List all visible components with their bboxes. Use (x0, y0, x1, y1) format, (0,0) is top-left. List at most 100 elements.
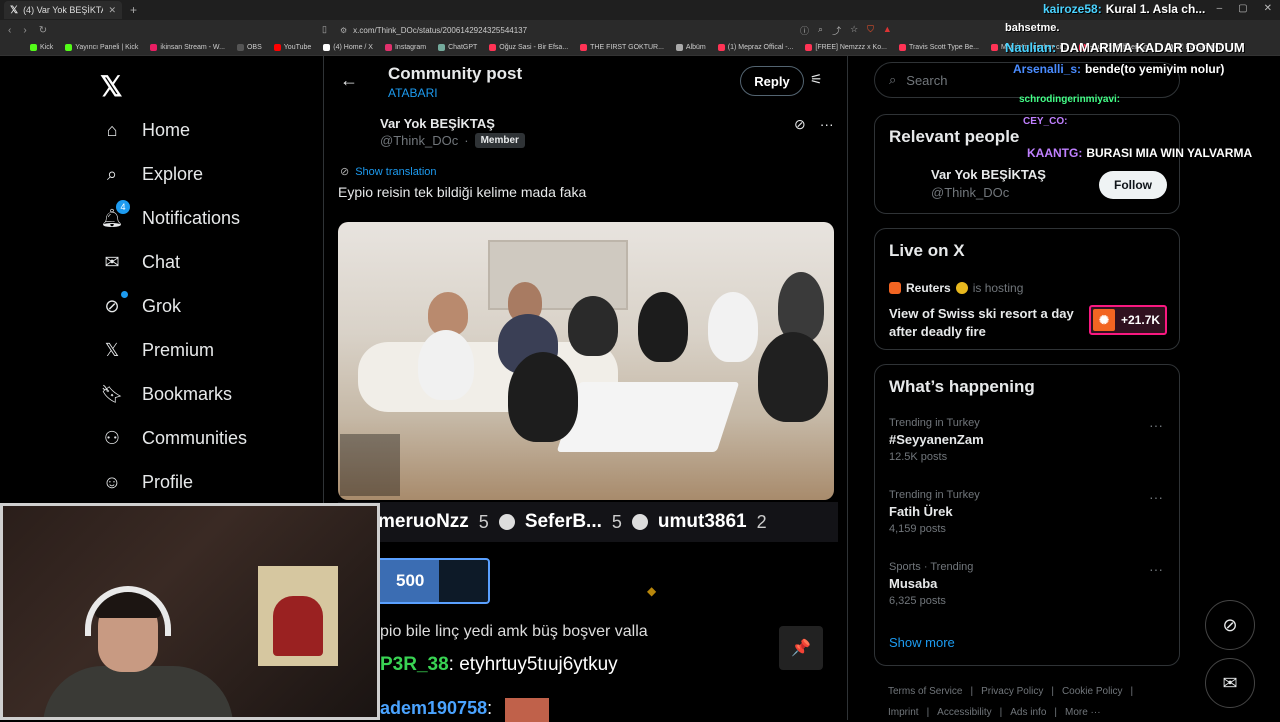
reuters-avatar-icon: ✺ (1093, 309, 1115, 331)
rewards-icon[interactable]: ▲ (883, 24, 892, 37)
pin-button[interactable]: 📌 (779, 626, 823, 670)
forward-nav-icon[interactable]: › (23, 25, 26, 36)
sidebar-item-bookmarks[interactable]: 🔖︎ Bookmarks (100, 382, 232, 406)
show-translation-link[interactable]: ⊘ Show translation (340, 165, 437, 179)
emote-image (504, 698, 549, 722)
bookmark-item[interactable]: ChatGPT (438, 44, 477, 51)
more-options-icon[interactable]: ··· (1149, 489, 1163, 505)
url-text: x.com/Think_DOc/status/20061429243255441… (353, 25, 528, 35)
trend-item[interactable]: Trending in Turkey #SeyyanenZam 12.5K post… (889, 417, 1169, 463)
trend-context: Sports · Trending (889, 561, 974, 573)
grok-icon[interactable]: ⊘ (794, 116, 806, 133)
sidebar-item-label: Profile (142, 471, 194, 492)
relevant-handle[interactable]: @Think_DOc (931, 185, 1009, 200)
x-logo-icon[interactable]: 𝕏 (100, 70, 123, 103)
sidebar-item-label: Notifications (142, 207, 241, 228)
bookmark-item[interactable]: THE FIRST GOKTUR... (580, 44, 664, 51)
footer-separator: | (1051, 686, 1054, 697)
headset-icon (85, 586, 171, 636)
live-host-name[interactable]: Reuters (906, 281, 951, 295)
bookmark-item[interactable]: Oğuz Sasi - Bir Efsa... (489, 44, 568, 51)
back-nav-icon[interactable]: ‹ (8, 25, 11, 36)
bookmark-favicon-icon (323, 44, 331, 51)
live-on-x-card: Live on X Reuters is hosting View of Swi… (874, 228, 1180, 350)
bookmark-item[interactable]: (1) Mepraz Offical -... (717, 44, 793, 51)
footer-link[interactable]: Cookie Policy (1062, 686, 1123, 697)
sidebar-item-chat[interactable]: ✉ Chat (100, 250, 180, 274)
bookmark-item[interactable]: Yayıncı Paneli | Kick (65, 44, 138, 51)
leaderboard-name: umut3861 (657, 511, 747, 532)
live-listeners[interactable]: ✺ +21.7K (1089, 305, 1167, 335)
footer-link[interactable]: Terms of Service (888, 686, 962, 697)
show-more-link[interactable]: Show more (889, 635, 955, 650)
new-indicator-dot (121, 291, 128, 298)
zoom-icon[interactable]: ⌕ (818, 24, 823, 37)
sidebar-item-profile[interactable]: ☺ Profile (100, 470, 193, 494)
close-tab-icon[interactable]: ✕ (108, 5, 116, 16)
bookmark-item[interactable]: Travis Scott Type Be... (898, 44, 979, 51)
footer-link[interactable]: Imprint (888, 707, 919, 718)
live-title: Live on X (889, 241, 965, 260)
bookmark-item[interactable]: YouTube (273, 44, 311, 51)
sidebar-item-communities[interactable]: ⚇ Communities (100, 426, 247, 450)
bookmark-favicon-icon (898, 44, 906, 51)
bookmark-item[interactable]: Albüm (675, 44, 706, 51)
author-name[interactable]: Var Yok BEŞİKTAŞ (380, 116, 495, 131)
trend-item[interactable]: Sports · Trending Musaba 6,325 posts ··· (889, 561, 1169, 607)
grok-icon: ⊘ (1222, 614, 1238, 635)
more-options-icon[interactable]: ··· (820, 116, 834, 133)
reload-icon[interactable]: ↻ (39, 25, 47, 36)
browser-tab[interactable]: 𝕏 (4) Var Yok BEŞİKTAŞ on X: "Eyp... ✕ (4, 1, 122, 19)
footer-link[interactable]: Ads info (1010, 707, 1046, 718)
messages-fab[interactable]: ✉ (1205, 658, 1255, 708)
bookmark-item[interactable]: Instagram (384, 44, 427, 51)
bookmark-favicon-icon (30, 44, 37, 51)
bookmark-page-icon[interactable]: ▯ (322, 24, 327, 35)
sidebar-item-notifications[interactable]: 🔔︎ 4 Notifications (100, 200, 241, 230)
footer-link[interactable]: Privacy Policy (981, 686, 1043, 697)
star-icon[interactable]: ☆ (850, 24, 858, 37)
sidebar-item-grok[interactable]: ⊘ Grok (100, 291, 181, 318)
reply-button[interactable]: Reply (740, 66, 804, 96)
bookmark-label: Instagram (394, 44, 427, 51)
more-options-icon[interactable]: ··· (1149, 561, 1163, 577)
sidebar-item-label: Bookmarks (142, 383, 233, 404)
chat-username: kairoze58: (1043, 2, 1102, 16)
leaderboard-rank: 5 (478, 511, 489, 532)
new-tab-icon[interactable]: + (130, 3, 137, 17)
share-icon[interactable]: ⤴ (832, 24, 841, 37)
sidebar-item-explore[interactable]: ⌕ Explore (100, 162, 203, 186)
post-text: Eypio reisin tek bildiği kelime mada fak… (338, 184, 587, 200)
bookmark-label: Albüm (685, 44, 706, 51)
bookmark-favicon-icon (438, 44, 446, 51)
main-column: ← Community post ATABARI Reply ⚟ Var Yok… (323, 56, 848, 722)
page-title: Community post (388, 64, 523, 83)
footer-links: Terms of Service | Privacy Policy | Cookie P… (888, 686, 1133, 697)
community-name-link[interactable]: ATABARI (388, 86, 438, 100)
filter-icon[interactable]: ⚟ (810, 71, 823, 88)
live-stream-title[interactable]: View of Swiss ski resort a day after dea… (889, 305, 1079, 341)
footer-link[interactable]: More ··· (1065, 707, 1101, 718)
grok-fab[interactable]: ⊘ (1205, 600, 1255, 650)
bookmark-item[interactable]: ikinsan Stream - W... (150, 44, 225, 51)
footer-link[interactable]: Accessibility (937, 707, 991, 718)
sidebar-item-home[interactable]: ⌂ Home (100, 118, 190, 142)
sidebar-item-premium[interactable]: 𝕏 Premium (100, 338, 214, 362)
trend-item[interactable]: Trending in Turkey Fatih Ürek 4,159 posts ·… (889, 489, 1169, 535)
brave-shield-icon[interactable]: ⛉ (867, 24, 874, 37)
author-handle[interactable]: @Think_DOc (380, 133, 458, 148)
person-shape (758, 332, 828, 422)
more-options-icon[interactable]: ··· (1149, 417, 1163, 433)
bookmark-item[interactable]: OBS (236, 44, 262, 51)
url-field[interactable]: ⚙ x.com/Think_DOc/status/200614292432554… (340, 23, 880, 37)
back-arrow-icon[interactable]: ← (340, 70, 358, 91)
info-icon[interactable]: ⓘ (800, 24, 809, 37)
bookmark-item[interactable]: [FREE] Nemzzz x Ko... (805, 44, 887, 51)
bookmark-label: ikinsan Stream - W... (160, 44, 225, 51)
bookmark-item[interactable]: Kick (30, 44, 53, 51)
leaderboard-rank: 5 (611, 511, 622, 532)
post-image[interactable] (338, 222, 834, 500)
bookmark-item[interactable]: (4) Home / X (323, 44, 373, 51)
trend-count: 4,159 posts (889, 523, 946, 535)
person-shape (418, 330, 474, 400)
